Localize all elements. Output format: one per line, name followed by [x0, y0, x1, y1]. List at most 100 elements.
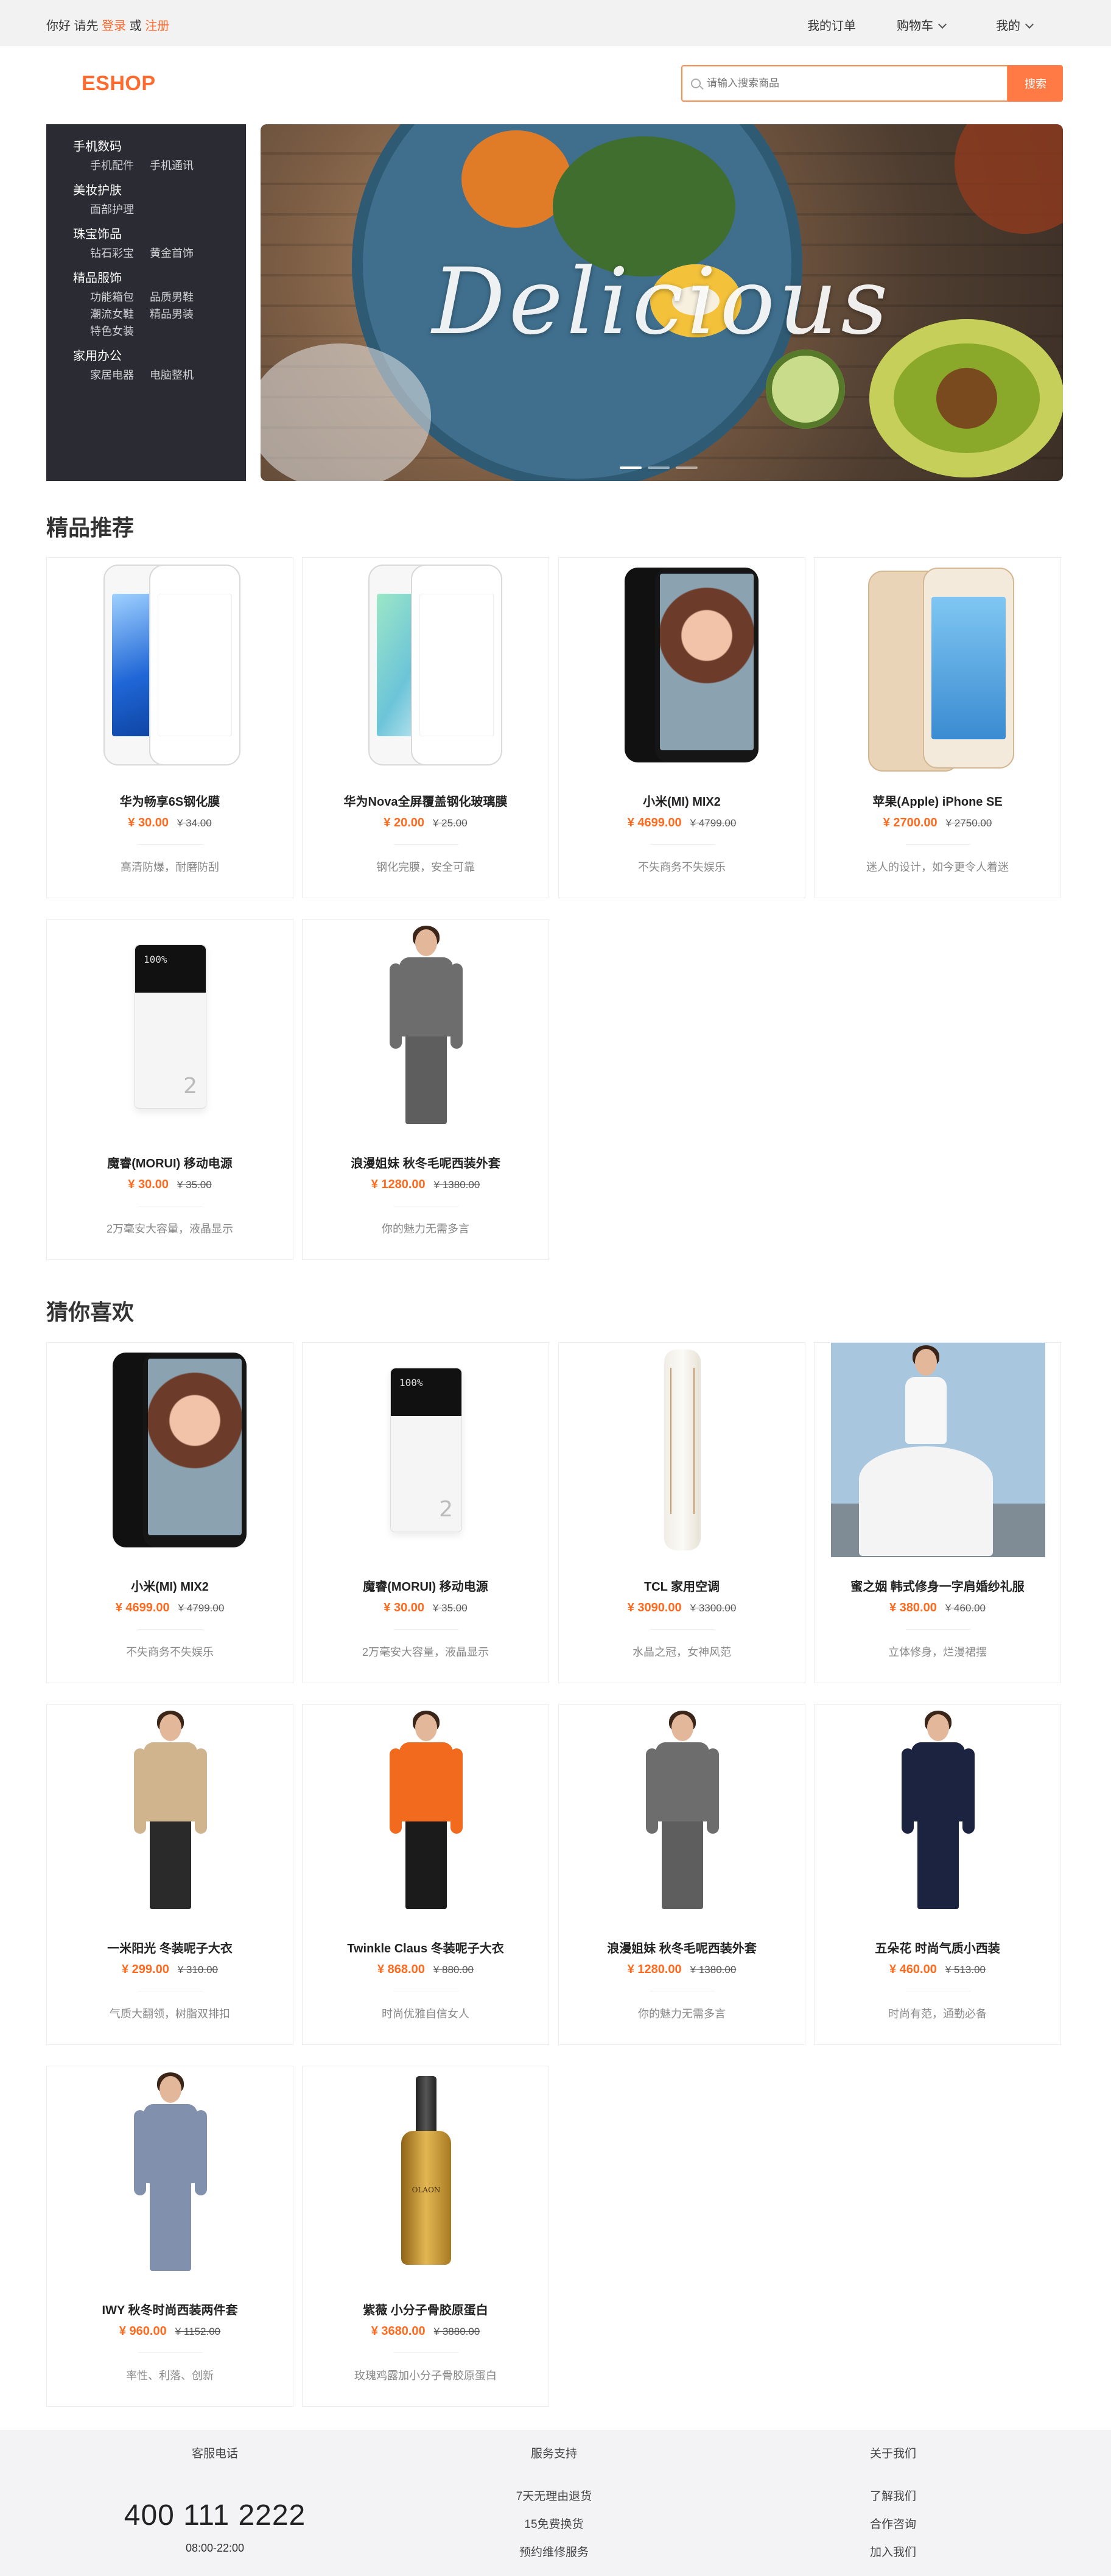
product-price: ¥ 1280.00: [371, 1178, 426, 1191]
category-sub-link[interactable]: 电脑整机: [150, 367, 194, 384]
product-card[interactable]: IWY 秋冬时尚西装两件套 ¥ 960.00 ¥ 1152.00 率性、利落、创新: [46, 2066, 293, 2407]
product-card[interactable]: 一米阳光 冬装呢子大衣 ¥ 299.00 ¥ 310.00 气质大翻领，树脂双排扣: [46, 1704, 293, 2045]
cart-menu[interactable]: 购物车: [897, 16, 947, 33]
product-card[interactable]: 小米(MI) MIX2 ¥ 4699.00 ¥ 4799.00 不失商务不失娱乐: [46, 1342, 293, 1683]
top-bar: 你好 请先 登录 或 注册 我的订单 购物车 我的: [0, 0, 1111, 46]
product-card[interactable]: Twinkle Claus 冬装呢子大衣 ¥ 868.00 ¥ 880.00 时尚优雅…: [302, 1704, 549, 2045]
category-sub-link[interactable]: 精品男装: [150, 306, 194, 323]
about-link-join[interactable]: 加入我们: [802, 2539, 984, 2567]
product-card[interactable]: 华为畅享6S钢化膜 ¥ 30.00 ¥ 34.00 高清防爆，耐磨防刮: [46, 557, 293, 898]
category-sub-link[interactable]: 特色女装: [90, 323, 134, 340]
support-link-exchange[interactable]: 15免费换货: [463, 2511, 645, 2539]
product-image[interactable]: [575, 1705, 790, 1919]
product-card[interactable]: 五朵花 时尚气质小西装 ¥ 460.00 ¥ 513.00 时尚有范，通勤必备: [814, 1704, 1061, 2045]
product-image[interactable]: [319, 558, 533, 772]
category-title[interactable]: 精品服饰: [73, 268, 246, 289]
product-card[interactable]: 100% 2 魔睿(MORUI) 移动电源 ¥ 30.00 ¥ 35.00 2万毫安大容量…: [302, 1342, 549, 1683]
login-link[interactable]: 登录: [102, 19, 126, 33]
category-group: 精品服饰 功能箱包 品质男鞋 潮流女鞋 精品男装 特色女装: [46, 268, 246, 340]
product-name[interactable]: 五朵花 时尚气质小西装: [815, 1938, 1060, 1956]
category-sub-link[interactable]: 功能箱包: [90, 289, 134, 306]
carousel-dot[interactable]: [620, 466, 642, 469]
product-card[interactable]: OLAON 紫薇 小分子骨胶原蛋白 ¥ 3680.00 ¥ 3880.00 玫瑰鸡露加小…: [302, 2066, 549, 2407]
product-name[interactable]: 浪漫姐妹 秋冬毛呢西装外套: [303, 1153, 548, 1171]
product-name[interactable]: TCL 家用空调: [559, 1577, 805, 1594]
product-image[interactable]: [319, 920, 533, 1134]
product-name[interactable]: 华为畅享6S钢化膜: [47, 792, 293, 809]
product-name[interactable]: Twinkle Claus 冬装呢子大衣: [303, 1938, 548, 1956]
product-name[interactable]: 浪漫姐妹 秋冬毛呢西装外套: [559, 1938, 805, 1956]
hero-banner[interactable]: Delicious: [261, 124, 1063, 481]
category-sub-link[interactable]: 家居电器: [90, 367, 134, 384]
product-card[interactable]: 苹果(Apple) iPhone SE ¥ 2700.00 ¥ 2750.00 迷人的…: [814, 557, 1061, 898]
my-orders-link[interactable]: 我的订单: [807, 16, 856, 33]
support-link-returns[interactable]: 7天无理由退货: [463, 2483, 645, 2511]
category-title[interactable]: 家用办公: [73, 346, 246, 367]
about-title: 关于我们: [869, 2448, 916, 2460]
product-image[interactable]: [575, 1343, 790, 1557]
product-card[interactable]: 华为Nova全屏覆盖钢化玻璃膜 ¥ 20.00 ¥ 25.00 钢化完膜，安全可靠: [302, 557, 549, 898]
register-link[interactable]: 注册: [145, 19, 169, 33]
product-description: 水晶之冠，女神风范: [633, 1646, 731, 1658]
category-sub-link[interactable]: 品质男鞋: [150, 289, 194, 306]
product-image[interactable]: [319, 1705, 533, 1919]
product-image[interactable]: 100% 2: [319, 1343, 533, 1557]
product-name[interactable]: 紫薇 小分子骨胶原蛋白: [303, 2300, 548, 2318]
product-image[interactable]: [831, 558, 1045, 772]
site-logo[interactable]: ESHOP: [82, 72, 156, 96]
about-link-us[interactable]: 了解我们: [802, 2483, 984, 2511]
category-sub-link[interactable]: 潮流女鞋: [90, 306, 134, 323]
product-image[interactable]: [63, 1343, 278, 1557]
product-image[interactable]: [575, 558, 790, 772]
category-sub-link[interactable]: 面部护理: [90, 201, 134, 218]
navy-suit-woman-icon: [838, 1708, 1039, 1915]
product-card[interactable]: 小米(MI) MIX2 ¥ 4699.00 ¥ 4799.00 不失商务不失娱乐: [558, 557, 805, 898]
product-name[interactable]: IWY 秋冬时尚西装两件套: [47, 2300, 293, 2318]
product-name[interactable]: 魔睿(MORUI) 移动电源: [303, 1577, 548, 1594]
about-link-cooperate[interactable]: 合作咨询: [802, 2511, 984, 2539]
carousel-dot[interactable]: [648, 466, 670, 469]
category-title[interactable]: 美妆护肤: [73, 180, 246, 201]
product-image[interactable]: [831, 1343, 1045, 1557]
product-image[interactable]: 100% 2: [63, 920, 278, 1134]
product-card[interactable]: 浪漫姐妹 秋冬毛呢西装外套 ¥ 1280.00 ¥ 1380.00 你的魅力无需多言: [302, 919, 549, 1260]
product-name[interactable]: 蜜之姻 韩式修身一字肩婚纱礼服: [815, 1577, 1060, 1594]
category-sub-link[interactable]: 手机配件: [90, 157, 134, 174]
category-sub-link[interactable]: 手机通讯: [150, 157, 194, 174]
product-image[interactable]: [63, 2066, 278, 2281]
product-name[interactable]: 魔睿(MORUI) 移动电源: [47, 1153, 293, 1171]
category-sub-link[interactable]: 黄金首饰: [150, 245, 194, 262]
search-button[interactable]: 搜索: [1008, 65, 1063, 102]
product-name[interactable]: 苹果(Apple) iPhone SE: [815, 792, 1060, 809]
category-sub-link[interactable]: 钻石彩宝: [90, 245, 134, 262]
category-title[interactable]: 珠宝饰品: [73, 224, 246, 245]
product-name[interactable]: 小米(MI) MIX2: [47, 1577, 293, 1594]
product-name[interactable]: 一米阳光 冬装呢子大衣: [47, 1938, 293, 1956]
support-link-repair[interactable]: 预约维修服务: [463, 2539, 645, 2567]
product-card[interactable]: 100% 2 魔睿(MORUI) 移动电源 ¥ 30.00 ¥ 35.00 2万毫安大容量…: [46, 919, 293, 1260]
product-card[interactable]: TCL 家用空调 ¥ 3090.00 ¥ 3300.00 水晶之冠，女神风范: [558, 1342, 805, 1683]
mine-menu[interactable]: 我的: [996, 16, 1034, 33]
carousel-dot[interactable]: [676, 466, 698, 469]
product-prices: ¥ 380.00 ¥ 460.00: [815, 1601, 1060, 1615]
product-original-price: ¥ 513.00: [945, 1964, 986, 1976]
air-conditioner-icon: [582, 1346, 783, 1554]
banner-title: Delicious: [432, 249, 892, 355]
product-name[interactable]: 小米(MI) MIX2: [559, 792, 805, 809]
product-image[interactable]: [831, 1705, 1045, 1919]
product-original-price: ¥ 25.00: [433, 817, 468, 829]
product-image[interactable]: OLAON: [319, 2066, 533, 2281]
divider: [138, 844, 203, 845]
guess-title: 猜你喜欢: [46, 1300, 135, 1325]
service-phone-title: 客服电话: [191, 2448, 238, 2460]
product-image[interactable]: [63, 558, 278, 772]
product-card[interactable]: 浪漫姐妹 秋冬毛呢西装外套 ¥ 1280.00 ¥ 1380.00 你的魅力无需多言: [558, 1704, 805, 2045]
category-title[interactable]: 手机数码: [73, 136, 246, 157]
product-prices: ¥ 30.00 ¥ 34.00: [47, 816, 293, 830]
product-name[interactable]: 华为Nova全屏覆盖钢化玻璃膜: [303, 792, 548, 809]
product-card[interactable]: 蜜之姻 韩式修身一字肩婚纱礼服 ¥ 380.00 ¥ 460.00 立体修身，烂漫裙摆: [814, 1342, 1061, 1683]
power-bank-icon: 100% 2: [326, 1346, 527, 1554]
product-description: 你的魅力无需多言: [382, 1223, 469, 1235]
product-image[interactable]: [63, 1705, 278, 1919]
search-input[interactable]: [707, 75, 999, 92]
